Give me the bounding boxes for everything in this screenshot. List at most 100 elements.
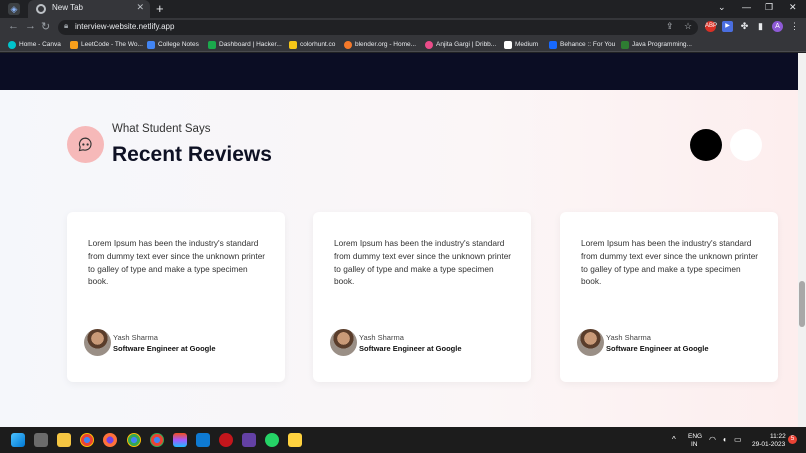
address-bar[interactable]: 🔒︎ interview-website.netlify.app ⇪ ☆: [58, 20, 698, 35]
browser-toolbar: ← → ↻ 🔒︎ interview-website.netlify.app ⇪…: [0, 18, 806, 37]
app-icon[interactable]: [242, 433, 256, 447]
hackerrank-icon: [208, 40, 216, 49]
review-text: Lorem Ipsum has been the industry's stan…: [581, 238, 759, 287]
review-card: Lorem Ipsum has been the industry's stan…: [313, 212, 531, 382]
reviewer-role: Software Engineer at Google: [359, 344, 462, 353]
bookmark-label: Dashboard | Hacker...: [219, 41, 282, 48]
menu-dots-icon[interactable]: ⋮: [789, 21, 800, 32]
sticky-notes-icon[interactable]: [288, 433, 302, 447]
bookmark-java[interactable]: Java Programming...: [621, 39, 692, 50]
windows-start-icon[interactable]: [11, 433, 25, 447]
avatar: [330, 329, 357, 356]
tab-close-icon[interactable]: ✕: [136, 2, 144, 13]
extension-icon[interactable]: ▶: [722, 21, 733, 32]
task-view-icon[interactable]: [34, 433, 48, 447]
reviewer-role: Software Engineer at Google: [113, 344, 216, 353]
behance-icon: [549, 40, 557, 49]
colorhunt-icon: [289, 40, 297, 49]
chrome-taskbar-icon[interactable]: [80, 433, 94, 447]
tab-new-tab[interactable]: New Tab ✕: [28, 0, 150, 18]
close-window-button[interactable]: ✕: [789, 2, 797, 13]
avatar: [577, 329, 604, 356]
forward-arrow-icon[interactable]: →: [25, 20, 36, 32]
new-tab-button[interactable]: +: [156, 1, 164, 16]
tab-search-icon[interactable]: ◈: [8, 3, 20, 15]
chrome-profile-icon[interactable]: [150, 433, 164, 447]
bookmark-dribbble[interactable]: Anjita Gargi | Dribb...: [425, 39, 496, 50]
slider-next-button[interactable]: [730, 129, 762, 161]
bookmark-blender[interactable]: blender.org - Home...: [344, 39, 416, 50]
clock-date[interactable]: 29-01-2023: [752, 441, 785, 448]
back-arrow-icon[interactable]: ←: [8, 20, 19, 32]
bookmark-canva[interactable]: Home - Canva: [8, 39, 61, 50]
bookmark-behance[interactable]: Behance :: For You: [549, 39, 615, 50]
java-icon: [621, 40, 629, 49]
battery-icon[interactable]: ▭: [734, 435, 742, 444]
bookmark-label: College Notes: [158, 41, 199, 48]
review-text: Lorem Ipsum has been the industry's stan…: [88, 238, 266, 287]
vscode-icon[interactable]: [196, 433, 210, 447]
slider-prev-button[interactable]: [690, 129, 722, 161]
bookmark-colorhunt[interactable]: colorhunt.co: [289, 39, 335, 50]
url-text[interactable]: interview-website.netlify.app: [75, 22, 174, 31]
lock-icon[interactable]: 🔒︎: [64, 21, 68, 31]
tab-title: New Tab: [52, 3, 83, 12]
reviewer-name: Yash Sharma: [359, 333, 404, 342]
wifi-icon[interactable]: ◠: [709, 435, 716, 444]
chrome-active-icon[interactable]: [127, 433, 141, 447]
clock-time[interactable]: 11:22: [770, 433, 786, 440]
bookmark-label: LeetCode - The Wo...: [81, 41, 143, 48]
figma-icon[interactable]: [173, 433, 187, 447]
browser-titlebar: ◈ New Tab ✕ + ⌄ — ❐ ✕: [0, 0, 806, 18]
bookmarks-bar: Home - Canva LeetCode - The Wo... Colleg…: [0, 37, 806, 52]
tab-list-icon[interactable]: ⌄: [718, 2, 726, 13]
bookmark-label: Anjita Gargi | Dribb...: [436, 41, 497, 48]
bookmark-hackerrank[interactable]: Dashboard | Hacker...: [208, 39, 282, 50]
review-text: Lorem Ipsum has been the industry's stan…: [334, 238, 512, 287]
whatsapp-icon[interactable]: [265, 433, 279, 447]
chat-bubble-icon: [67, 126, 104, 163]
drive-icon: [147, 40, 155, 49]
header-band: [0, 53, 798, 90]
canva-icon: [8, 40, 16, 49]
bookmark-star-icon[interactable]: ☆: [684, 21, 692, 32]
bookmark-leetcode[interactable]: LeetCode - The Wo...: [70, 39, 143, 50]
bookmark-label: Java Programming...: [632, 41, 692, 48]
extensions-puzzle-icon[interactable]: ✤: [739, 21, 750, 32]
maximize-button[interactable]: ❐: [765, 2, 773, 13]
review-card: Lorem Ipsum has been the industry's stan…: [67, 212, 285, 382]
language-bottom[interactable]: IN: [691, 441, 698, 448]
volume-icon[interactable]: ◖: [722, 435, 727, 444]
bookmark-label: Home - Canva: [19, 41, 61, 48]
leetcode-icon: [70, 40, 78, 49]
reviewer-name: Yash Sharma: [113, 333, 158, 342]
firefox-icon[interactable]: [103, 433, 117, 447]
side-panel-icon[interactable]: ▮: [755, 21, 766, 32]
scrollbar-thumb[interactable]: [799, 281, 805, 327]
media-app-icon[interactable]: [219, 433, 233, 447]
language-top[interactable]: ENG: [688, 433, 702, 440]
file-explorer-icon[interactable]: [57, 433, 71, 447]
profile-avatar[interactable]: A: [772, 21, 783, 32]
minimize-button[interactable]: —: [742, 2, 751, 12]
reviewer-name: Yash Sharma: [606, 333, 651, 342]
section-subtitle: What Student Says: [112, 123, 211, 135]
adblock-icon[interactable]: ABP: [705, 21, 717, 32]
chrome-icon: [36, 4, 46, 14]
notification-badge[interactable]: 5: [788, 435, 797, 444]
section-title: Recent Reviews: [112, 143, 272, 166]
tray-chevron-icon[interactable]: ^: [672, 435, 676, 444]
medium-icon: [504, 40, 512, 49]
bookmark-medium[interactable]: Medium: [504, 39, 538, 50]
share-icon[interactable]: ⇪: [666, 21, 674, 32]
bookmark-label: blender.org - Home...: [355, 41, 417, 48]
page-scrollbar[interactable]: [798, 53, 806, 427]
bookmark-label: colorhunt.co: [300, 41, 336, 48]
reload-icon[interactable]: ↻: [41, 20, 50, 33]
review-card: Lorem Ipsum has been the industry's stan…: [560, 212, 778, 382]
dribbble-icon: [425, 40, 433, 49]
reviewer-role: Software Engineer at Google: [606, 344, 709, 353]
bookmark-label: Behance :: For You: [560, 41, 616, 48]
bookmark-college-notes[interactable]: College Notes: [147, 39, 199, 50]
avatar: [84, 329, 111, 356]
